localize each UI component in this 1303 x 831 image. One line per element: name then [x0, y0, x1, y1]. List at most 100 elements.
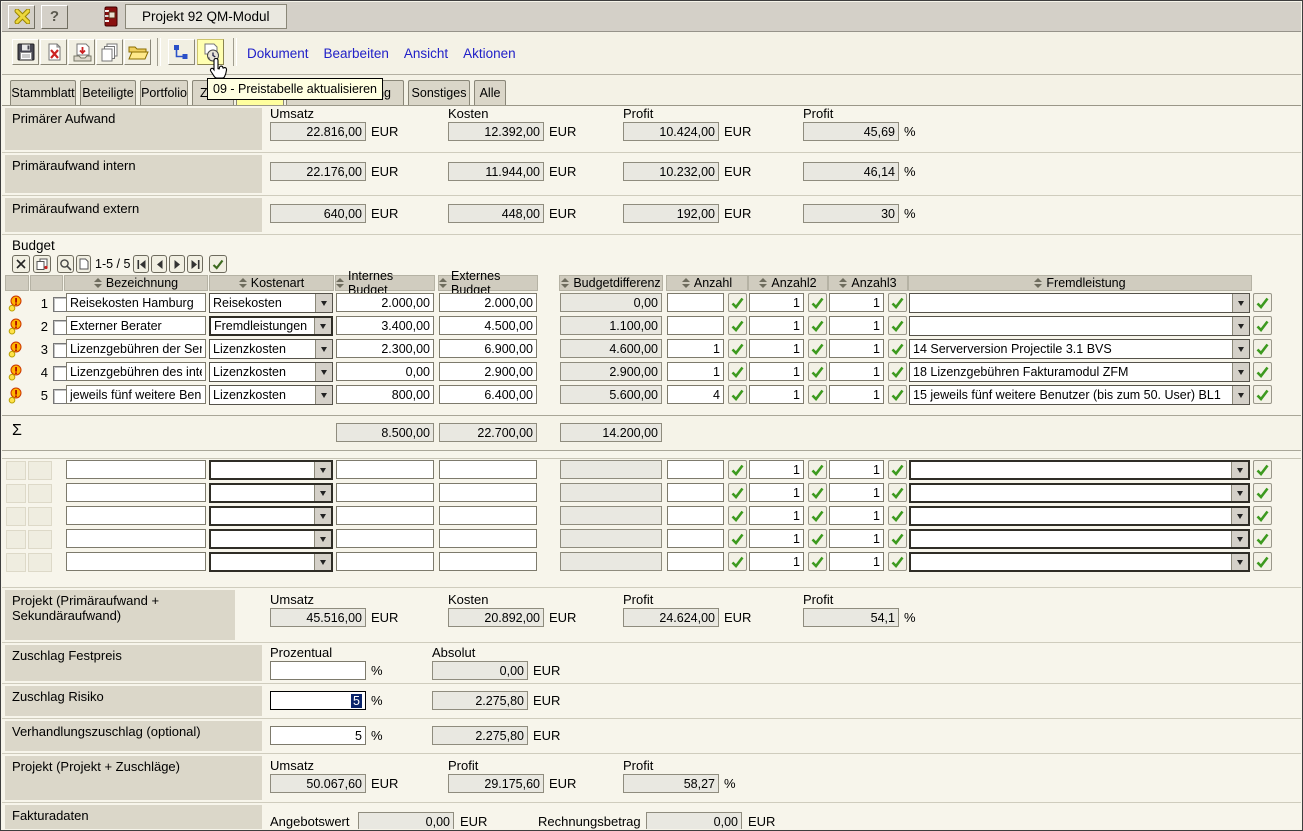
anzahl-input[interactable] [667, 483, 724, 502]
fremdleistung-select[interactable] [909, 506, 1250, 526]
open-folder-button[interactable] [124, 39, 151, 65]
dropdown-arrow-icon[interactable] [1232, 317, 1249, 335]
table-confirm-button[interactable] [209, 255, 227, 273]
kostenart-select[interactable]: Reisekosten [209, 293, 333, 313]
fremdleistung-select[interactable] [909, 316, 1250, 336]
table-close-button[interactable] [12, 255, 30, 273]
anzahl3-input[interactable] [829, 316, 884, 335]
confirm-anzahl3-button[interactable] [888, 385, 907, 404]
confirm-anzahl-button[interactable] [728, 506, 747, 525]
dropdown-arrow-icon[interactable] [314, 554, 331, 570]
confirm-anzahl-button[interactable] [728, 483, 747, 502]
confirm-fremdleistung-button[interactable] [1253, 339, 1272, 358]
kostenart-select[interactable] [209, 506, 333, 526]
menu-bearbeiten[interactable]: Bearbeiten [324, 46, 389, 61]
dropdown-arrow-icon[interactable] [1232, 363, 1249, 381]
dropdown-arrow-icon[interactable] [314, 462, 331, 478]
dropdown-arrow-icon[interactable] [315, 294, 332, 312]
kostenart-select[interactable] [209, 460, 333, 480]
anzahl2-input[interactable] [749, 316, 804, 335]
anzahl-input[interactable] [667, 339, 724, 358]
anzahl3-input[interactable] [829, 552, 884, 571]
dropdown-arrow-icon[interactable] [1231, 462, 1248, 478]
externes-budget-input[interactable] [439, 339, 537, 358]
save-button[interactable] [12, 39, 39, 65]
dropdown-arrow-icon[interactable] [314, 485, 331, 501]
internes-budget-input[interactable] [336, 460, 434, 479]
anzahl-input[interactable] [667, 362, 724, 381]
sort-icon[interactable] [239, 278, 247, 288]
dropdown-arrow-icon[interactable] [314, 531, 331, 547]
fremdleistung-select[interactable] [909, 460, 1250, 480]
confirm-anzahl2-button[interactable] [808, 552, 827, 571]
table-search-button[interactable] [57, 255, 74, 273]
tab-stammblatt[interactable]: Stammblatt [10, 80, 76, 105]
confirm-anzahl-button[interactable] [728, 529, 747, 548]
close-button[interactable] [8, 5, 35, 29]
anzahl-input[interactable] [667, 529, 724, 548]
dropdown-arrow-icon[interactable] [1232, 340, 1249, 358]
confirm-fremdleistung-button[interactable] [1253, 385, 1272, 404]
anzahl2-input[interactable] [749, 483, 804, 502]
bezeichnung-input[interactable] [66, 339, 206, 358]
confirm-fremdleistung-button[interactable] [1253, 316, 1272, 335]
externes-budget-input[interactable] [439, 483, 537, 502]
bezeichnung-input[interactable] [66, 460, 206, 479]
menu-ansicht[interactable]: Ansicht [404, 46, 448, 61]
pager-next-button[interactable] [169, 255, 185, 273]
confirm-anzahl-button[interactable] [728, 385, 747, 404]
internes-budget-input[interactable] [336, 316, 434, 335]
dropdown-arrow-icon[interactable] [315, 363, 332, 381]
dropdown-arrow-icon[interactable] [315, 340, 332, 358]
confirm-anzahl2-button[interactable] [808, 316, 827, 335]
kostenart-select[interactable] [209, 552, 333, 572]
menu-dokument[interactable]: Dokument [247, 46, 309, 61]
copy-document-button[interactable] [96, 39, 123, 65]
header-budgetdifferenz[interactable]: Budgetdifferenz [559, 275, 663, 291]
bezeichnung-input[interactable] [66, 483, 206, 502]
dropdown-arrow-icon[interactable] [315, 386, 332, 404]
anzahl3-input[interactable] [829, 362, 884, 381]
table-new-entry-button[interactable] [76, 255, 91, 273]
internes-budget-input[interactable] [336, 385, 434, 404]
anzahl3-input[interactable] [829, 506, 884, 525]
confirm-anzahl2-button[interactable] [808, 385, 827, 404]
sort-icon[interactable] [839, 278, 847, 288]
anzahl-input[interactable] [667, 460, 724, 479]
anzahl-input[interactable] [667, 506, 724, 525]
internes-budget-input[interactable] [336, 506, 434, 525]
sort-icon[interactable] [439, 278, 447, 288]
sort-icon[interactable] [1034, 278, 1042, 288]
header-bezeichnung[interactable]: Bezeichnung [64, 275, 208, 291]
header-anzahl[interactable]: Anzahl [666, 275, 748, 291]
confirm-anzahl3-button[interactable] [888, 483, 907, 502]
confirm-anzahl-button[interactable] [728, 362, 747, 381]
confirm-anzahl-button[interactable] [728, 316, 747, 335]
header-anzahl2[interactable]: Anzahl2 [748, 275, 828, 291]
row-key-icon[interactable] [8, 387, 23, 407]
help-button[interactable]: ? [41, 5, 68, 29]
dropdown-arrow-icon[interactable] [314, 508, 331, 524]
prozentual-input[interactable] [270, 726, 366, 745]
fremdleistung-select[interactable]: 15 jeweils fünf weitere Benutzer (bis zu… [909, 385, 1250, 405]
anzahl3-input[interactable] [829, 339, 884, 358]
anzahl-input[interactable] [667, 552, 724, 571]
kostenart-select[interactable]: Fremdleistungen [209, 316, 333, 336]
anzahl2-input[interactable] [749, 529, 804, 548]
confirm-anzahl3-button[interactable] [888, 339, 907, 358]
row-key-icon[interactable] [8, 341, 23, 361]
internes-budget-input[interactable] [336, 362, 434, 381]
bezeichnung-input[interactable] [66, 552, 206, 571]
anzahl3-input[interactable] [829, 293, 884, 312]
internes-budget-input[interactable] [336, 483, 434, 502]
pager-first-button[interactable] [133, 255, 149, 273]
externes-budget-input[interactable] [439, 362, 537, 381]
anzahl3-input[interactable] [829, 460, 884, 479]
confirm-anzahl2-button[interactable] [808, 460, 827, 479]
externes-budget-input[interactable] [439, 552, 537, 571]
fremdleistung-select[interactable]: 18 Lizenzgebühren Fakturamodul ZFM [909, 362, 1250, 382]
row-key-icon[interactable] [8, 364, 23, 384]
externes-budget-input[interactable] [439, 460, 537, 479]
confirm-anzahl3-button[interactable] [888, 362, 907, 381]
kostenart-select[interactable] [209, 483, 333, 503]
